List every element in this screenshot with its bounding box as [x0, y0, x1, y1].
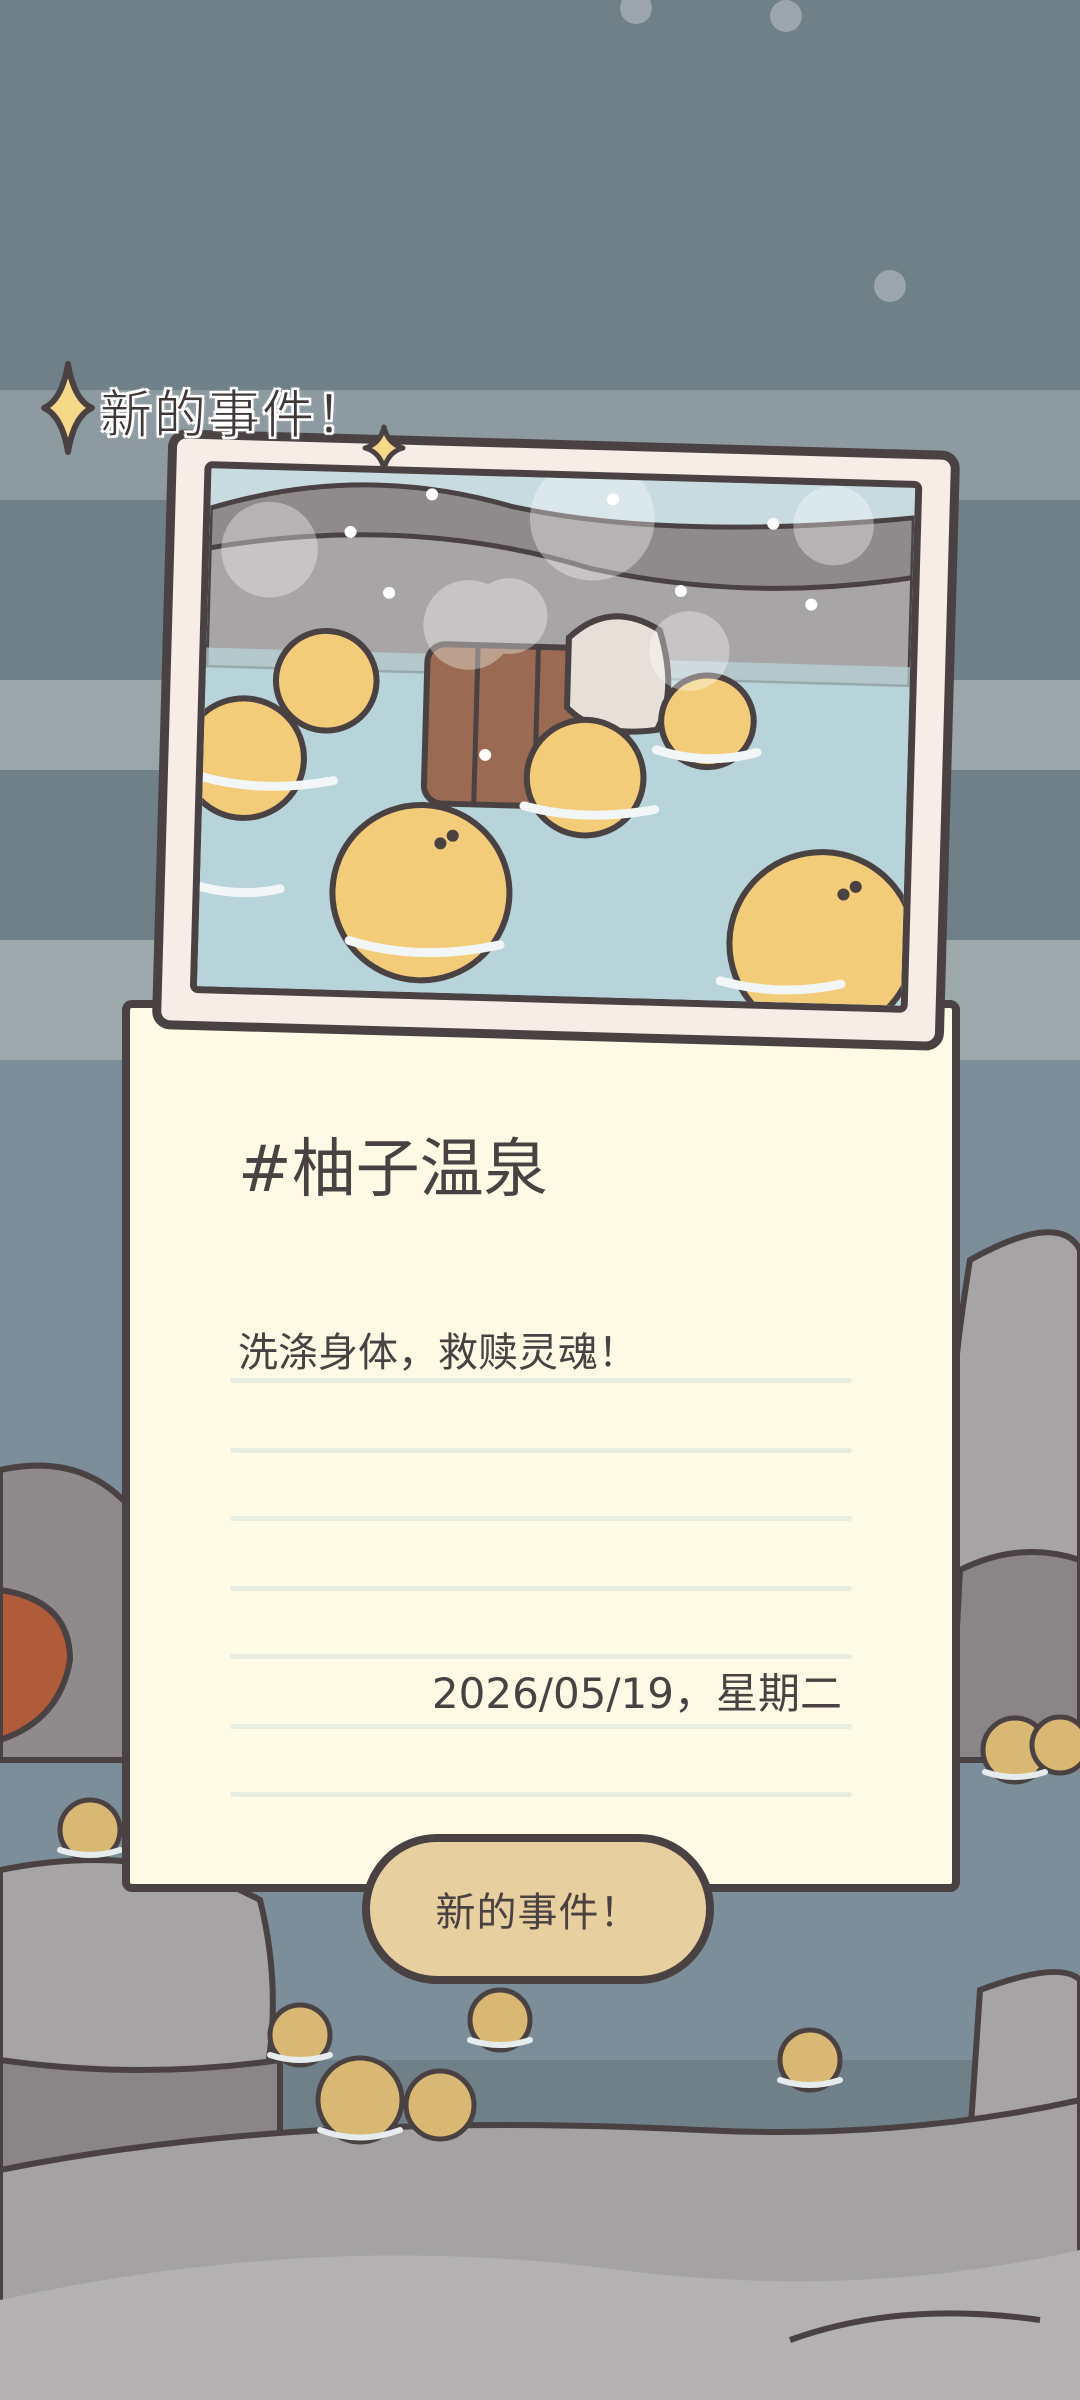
ruled-line	[230, 1724, 852, 1729]
event-note-card: #柚子温泉 洗涤身体，救赎灵魂！ 2026/05/19，星期二	[122, 1000, 960, 1892]
event-title: #柚子温泉	[238, 1133, 548, 1207]
ruled-line	[230, 1448, 852, 1453]
ruled-line	[230, 1586, 852, 1591]
event-date: 2026/05/19，星期二	[431, 1669, 842, 1718]
sparkle-small-icon	[362, 424, 406, 476]
sparkle-icon	[40, 360, 96, 460]
event-tag-label: 新的事件！	[99, 385, 371, 446]
event-tag: 新的事件！	[40, 360, 370, 460]
new-event-button-label: 新的事件！	[435, 1890, 641, 1936]
new-event-button[interactable]: 新的事件！	[362, 1834, 714, 1984]
event-photo-frame	[151, 429, 961, 1051]
ruled-line	[230, 1516, 852, 1521]
ruled-line	[230, 1792, 852, 1797]
event-photo	[189, 461, 923, 1013]
event-description: 洗涤身体，救赎灵魂！	[238, 1330, 638, 1376]
ruled-line	[230, 1378, 852, 1383]
ruled-line	[230, 1654, 852, 1659]
